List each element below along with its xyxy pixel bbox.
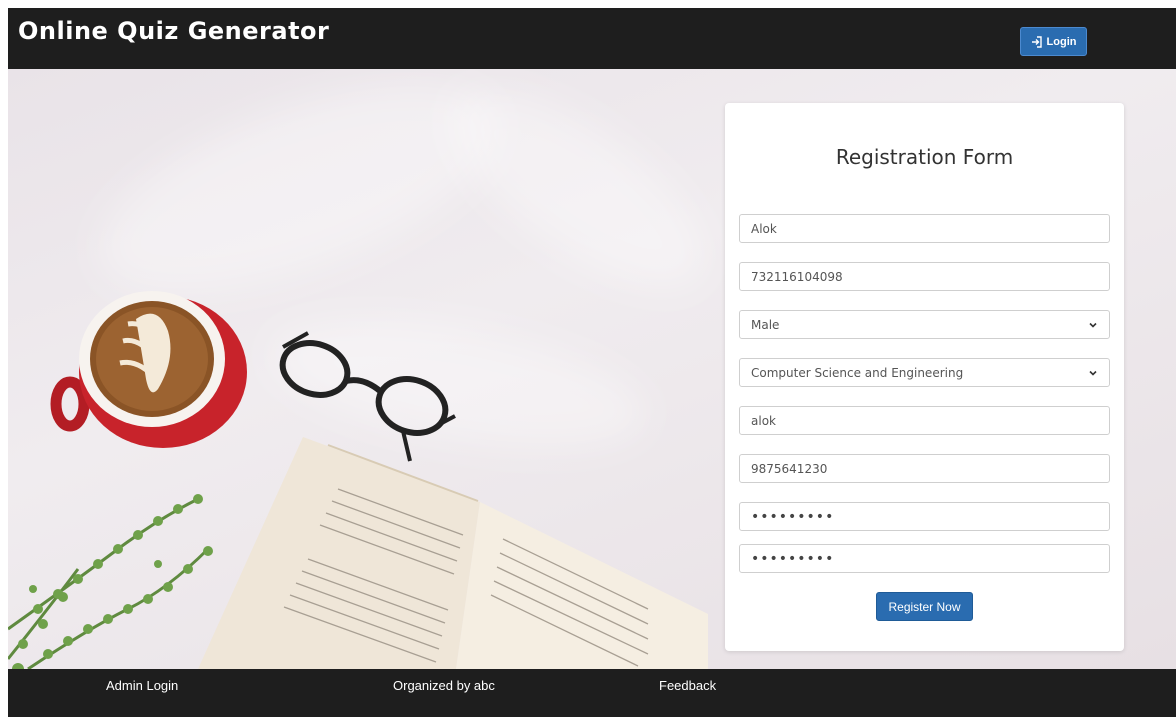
feedback-link[interactable]: Feedback xyxy=(659,678,716,693)
password-field[interactable]: ••••••••• xyxy=(739,502,1110,531)
chevron-down-icon xyxy=(1089,322,1097,328)
green-plant xyxy=(8,494,213,669)
register-number-field[interactable]: 732116104098 xyxy=(739,262,1110,291)
name-field-value: Alok xyxy=(751,221,777,236)
register-now-button[interactable]: Register Now xyxy=(876,592,973,621)
phone-field[interactable]: 9875641230 xyxy=(739,454,1110,483)
organizer-text: Organized by abc xyxy=(393,678,495,693)
login-button[interactable]: Login xyxy=(1020,27,1087,56)
confirm-password-field-mask: ••••••••• xyxy=(751,550,835,567)
gender-select-value: Male xyxy=(751,317,780,332)
coffee-mug xyxy=(50,291,247,448)
username-field[interactable]: alok xyxy=(739,406,1110,435)
name-field[interactable]: Alok xyxy=(739,214,1110,243)
confirm-password-field[interactable]: ••••••••• xyxy=(739,544,1110,573)
form-title: Registration Form xyxy=(835,145,1014,169)
login-button-label: Login xyxy=(1046,35,1077,48)
registration-form-card: Registration Form Alok 732116104098 Male… xyxy=(725,103,1124,651)
open-book xyxy=(198,437,708,669)
username-field-value: alok xyxy=(751,413,776,428)
department-select-value: Computer Science and Engineering xyxy=(751,365,964,380)
phone-field-value: 9875641230 xyxy=(751,461,828,476)
chevron-down-icon xyxy=(1089,370,1097,376)
password-field-mask: ••••••••• xyxy=(751,508,835,525)
top-navbar: Online Quiz Generator Login xyxy=(8,8,1176,69)
footer-bar: Admin Login Organized by abc Feedback xyxy=(8,669,1176,717)
gender-select[interactable]: Male xyxy=(739,310,1110,339)
register-number-field-value: 732116104098 xyxy=(751,269,843,284)
department-select[interactable]: Computer Science and Engineering xyxy=(739,358,1110,387)
sign-in-icon xyxy=(1031,35,1042,48)
admin-login-link[interactable]: Admin Login xyxy=(106,678,178,693)
site-title: Online Quiz Generator xyxy=(18,17,330,45)
